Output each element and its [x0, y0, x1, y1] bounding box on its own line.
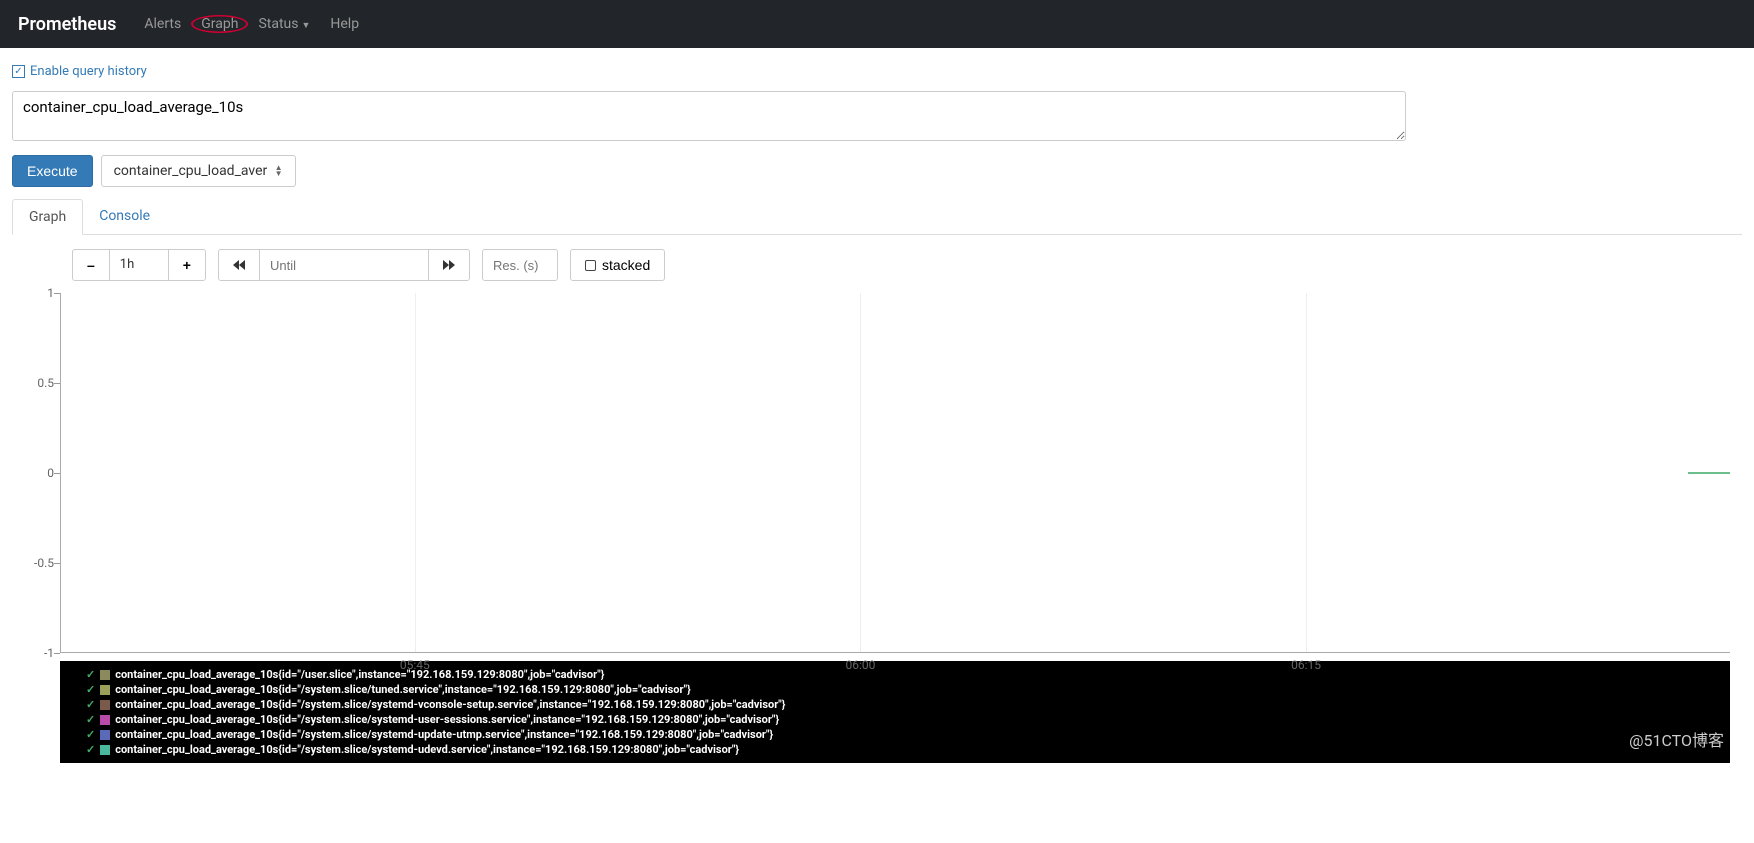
color-swatch	[100, 685, 110, 695]
forward-icon	[443, 260, 455, 270]
check-icon: ✓	[86, 682, 95, 697]
legend-item[interactable]: ✓ container_cpu_load_average_10s{id="/use…	[86, 667, 1704, 682]
nav-link-status[interactable]: Status▼	[258, 16, 310, 32]
nav-link-graph[interactable]: Graph	[201, 16, 238, 32]
gridline	[1306, 293, 1307, 652]
execute-button[interactable]: Execute	[12, 155, 93, 187]
history-label: Enable query history	[30, 64, 147, 79]
legend-item[interactable]: ✓ container_cpu_load_average_10s{id="/sys…	[86, 742, 1704, 757]
range-display[interactable]: 1h	[109, 249, 169, 281]
y-tick-label: 1	[47, 286, 54, 300]
color-swatch	[100, 715, 110, 725]
y-tick-label: -0.5	[34, 556, 54, 570]
resolution-input[interactable]	[482, 249, 558, 281]
legend-item[interactable]: ✓ container_cpu_load_average_10s{id="/sys…	[86, 712, 1704, 727]
legend-label: container_cpu_load_average_10s{id="/syst…	[115, 742, 739, 757]
metric-select-dropdown[interactable]: container_cpu_load_avera ▲▼	[101, 155, 296, 187]
legend-label: container_cpu_load_average_10s{id="/syst…	[115, 697, 785, 712]
check-icon: ✓	[86, 667, 95, 682]
check-icon: ✓	[86, 712, 95, 727]
resolution-group	[482, 249, 558, 281]
nav-link-help[interactable]: Help	[330, 16, 359, 32]
color-swatch	[100, 730, 110, 740]
legend-label: container_cpu_load_average_10s{id="/syst…	[115, 712, 779, 727]
legend-label: container_cpu_load_average_10s{id="/syst…	[115, 727, 773, 742]
time-next-button[interactable]	[428, 249, 470, 281]
legend-item[interactable]: ✓ container_cpu_load_average_10s{id="/sys…	[86, 682, 1704, 697]
range-decrease-button[interactable]: –	[72, 249, 110, 281]
x-tick-label: 06:15	[1291, 658, 1321, 672]
x-tick-label: 06:00	[845, 658, 875, 672]
enable-query-history-toggle[interactable]: ✓ Enable query history	[12, 64, 147, 79]
select-caret-icon: ▲▼	[275, 165, 283, 177]
rewind-icon	[233, 260, 245, 270]
tab-bar: GraphConsole	[12, 199, 1742, 235]
gridline	[860, 293, 861, 652]
check-icon: ✓	[86, 742, 95, 757]
chevron-down-icon: ▼	[301, 21, 310, 31]
legend-item[interactable]: ✓ container_cpu_load_average_10s{id="/sys…	[86, 727, 1704, 742]
color-swatch	[100, 700, 110, 710]
chart-plot[interactable]: 05:4506:0006:15	[60, 293, 1730, 653]
y-axis: -1-0.500.51	[24, 293, 58, 653]
query-expression-input[interactable]: container_cpu_load_average_10s	[12, 91, 1406, 141]
y-tick-label: -1	[44, 646, 54, 660]
legend-item[interactable]: ✓ container_cpu_load_average_10s{id="/sys…	[86, 697, 1704, 712]
navbar: Prometheus Alerts Graph Status▼ Help	[0, 0, 1754, 48]
y-tick-label: 0	[47, 466, 54, 480]
color-swatch	[100, 670, 110, 680]
chart-area: -1-0.500.51 05:4506:0006:15	[60, 293, 1730, 653]
metric-select-value: container_cpu_load_avera	[114, 163, 267, 179]
square-icon	[585, 260, 596, 271]
x-tick-label: 05:45	[400, 658, 430, 672]
check-icon: ✓	[86, 697, 95, 712]
graph-controls: – 1h + stacked	[12, 235, 1742, 293]
time-prev-button[interactable]	[218, 249, 260, 281]
legend: ✓ container_cpu_load_average_10s{id="/use…	[60, 661, 1730, 763]
time-nav-group	[218, 249, 470, 281]
until-input[interactable]	[259, 249, 429, 281]
series-line	[1688, 472, 1730, 474]
execute-row: Execute container_cpu_load_avera ▲▼	[12, 155, 1742, 187]
main-container: ✓ Enable query history container_cpu_loa…	[0, 48, 1754, 763]
range-increase-button[interactable]: +	[168, 249, 206, 281]
checkbox-icon: ✓	[12, 65, 25, 78]
gridline	[415, 293, 416, 652]
color-swatch	[100, 745, 110, 755]
stacked-label: stacked	[602, 257, 650, 273]
tab-graph[interactable]: Graph	[12, 199, 83, 235]
legend-label: container_cpu_load_average_10s{id="/user…	[115, 667, 604, 682]
legend-label: container_cpu_load_average_10s{id="/syst…	[115, 682, 691, 697]
tab-console[interactable]: Console	[83, 199, 166, 234]
brand-logo[interactable]: Prometheus	[18, 14, 116, 35]
nav-link-alerts[interactable]: Alerts	[144, 16, 181, 32]
y-tick-label: 0.5	[37, 376, 54, 390]
time-range-group: – 1h +	[72, 249, 206, 281]
check-icon: ✓	[86, 727, 95, 742]
stacked-toggle-button[interactable]: stacked	[570, 249, 665, 281]
